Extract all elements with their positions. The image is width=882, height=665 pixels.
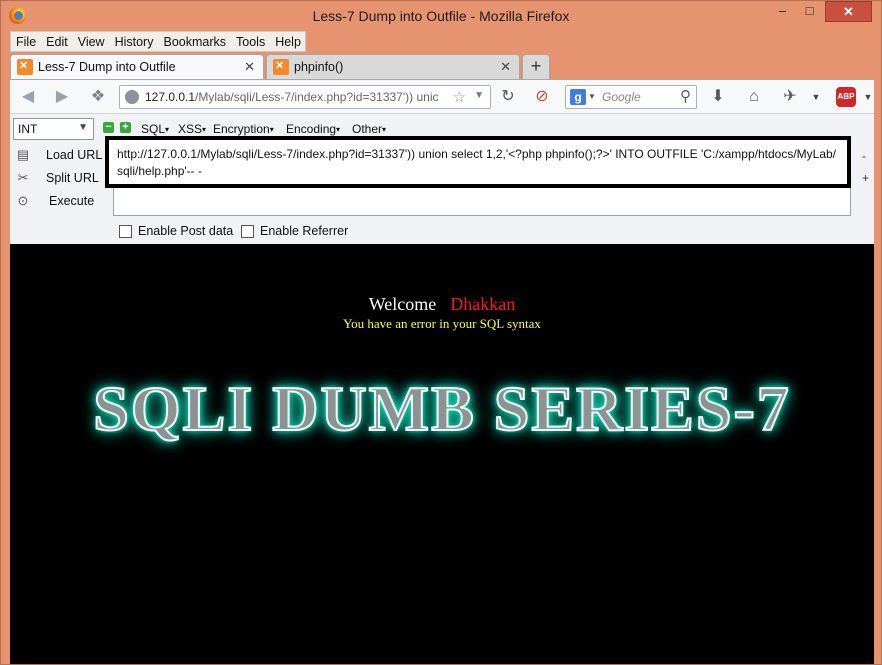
- forward-arrow-icon[interactable]: ▶: [52, 87, 72, 107]
- abp-dropdown-icon[interactable]: ▼: [858, 87, 878, 107]
- enable-referrer-label: Enable Referrer: [260, 224, 349, 238]
- url-dropdown-icon[interactable]: ▼: [474, 90, 484, 101]
- welcome-text: Welcome: [368, 294, 437, 314]
- split-url-label: Split URL: [46, 171, 99, 185]
- xampp-favicon-icon: [273, 59, 289, 75]
- load-url-button[interactable]: ▤ Load URL: [13, 146, 113, 166]
- scroll-up-mark[interactable]: -: [862, 149, 866, 163]
- decrease-button[interactable]: −: [103, 122, 114, 133]
- engine-dropdown-icon[interactable]: ▼: [588, 92, 596, 101]
- tab-label: Less-7 Dump into Outfile: [38, 60, 176, 74]
- load-url-icon: ▤: [16, 147, 30, 162]
- addon-icon[interactable]: ❖: [88, 87, 108, 107]
- search-bar[interactable]: g ▼ Google ⚲: [565, 85, 697, 109]
- split-url-icon: ✂: [17, 170, 29, 185]
- menu-label: XSS: [178, 122, 203, 136]
- back-arrow-icon[interactable]: ◀: [18, 87, 38, 107]
- navigation-toolbar: ◀ ▶ ❖ 127.0.0.1/Mylab/sqli/Less-7/index.…: [10, 79, 874, 113]
- hackbar-menu-sql[interactable]: SQL▾: [141, 122, 169, 136]
- hackbar-panel: INT ▼ − + SQL▾ XSS▾ Encryption▾ Encoding…: [10, 113, 874, 244]
- noscript-icon[interactable]: ⊘: [532, 87, 552, 107]
- enable-post-checkbox[interactable]: Enable Post data: [119, 224, 233, 238]
- reload-icon[interactable]: ↻: [498, 87, 518, 107]
- split-url-button[interactable]: ✂ Split URL: [13, 169, 113, 189]
- xampp-favicon-icon: [17, 59, 33, 75]
- tab-close-icon[interactable]: ✕: [500, 59, 511, 75]
- menu-file[interactable]: File: [11, 35, 41, 49]
- url-text: 127.0.0.1/Mylab/sqli/Less-7/index.php?id…: [145, 90, 445, 104]
- hackbar-menu-other[interactable]: Other▾: [352, 122, 386, 136]
- menu-bar: File Edit View History Bookmarks Tools H…: [10, 31, 306, 52]
- tab-phpinfo[interactable]: phpinfo() ✕: [266, 54, 520, 79]
- toolbar-dropdown-icon[interactable]: ▼: [806, 87, 826, 107]
- menu-label: SQL: [141, 122, 166, 136]
- enable-referrer-checkbox[interactable]: Enable Referrer: [241, 224, 348, 238]
- window-title: Less-7 Dump into Outfile - Mozilla Firef…: [312, 8, 570, 24]
- search-placeholder: Google: [602, 90, 641, 104]
- hackbar-menu-encryption[interactable]: Encryption▾: [213, 122, 274, 136]
- execute-button[interactable]: ⊙ Execute: [13, 192, 113, 212]
- menu-edit[interactable]: Edit: [41, 35, 73, 49]
- title-bar: Less-7 Dump into Outfile - Mozilla Firef…: [1, 1, 881, 31]
- load-url-label: Load URL: [46, 148, 103, 162]
- maximize-button[interactable]: □: [796, 1, 823, 22]
- menu-view[interactable]: View: [73, 35, 110, 49]
- sql-error-message: You have an error in your SQL syntax: [343, 316, 541, 331]
- menu-label: Other: [352, 122, 383, 136]
- series-banner: SQLI DUMB SERIES-7: [92, 372, 791, 445]
- menu-history[interactable]: History: [110, 35, 159, 49]
- username-text: Dhakkan: [450, 294, 516, 314]
- url-host: 127.0.0.1: [145, 90, 196, 104]
- hackbar-menu-xss[interactable]: XSS▾: [178, 122, 206, 136]
- adblock-plus-icon[interactable]: ABP: [836, 87, 856, 107]
- chevron-down-icon: ▼: [78, 122, 88, 133]
- increase-button[interactable]: +: [120, 122, 131, 133]
- url-query-field[interactable]: http://127.0.0.1/Mylab/sqli/Less-7/index…: [105, 136, 851, 188]
- downloads-icon[interactable]: ⬇: [708, 87, 728, 107]
- site-identity-icon[interactable]: [125, 90, 139, 104]
- browser-window: Less-7 Dump into Outfile - Mozilla Firef…: [0, 0, 882, 665]
- welcome-line: Welcome Dhakkan: [10, 294, 874, 315]
- google-engine-icon[interactable]: g: [570, 89, 586, 105]
- tab-strip: Less-7 Dump into Outfile ✕ phpinfo() ✕ +: [10, 54, 874, 79]
- close-button[interactable]: ✕: [825, 1, 872, 22]
- menu-help[interactable]: Help: [270, 35, 306, 49]
- hackbar-toggle-icon[interactable]: ✈: [780, 87, 800, 107]
- new-tab-button[interactable]: +: [522, 54, 550, 79]
- menu-tools[interactable]: Tools: [231, 35, 270, 49]
- search-icon[interactable]: ⚲: [680, 87, 691, 105]
- home-icon[interactable]: ⌂: [744, 87, 764, 107]
- checkbox-box[interactable]: [119, 224, 132, 238]
- menu-label: Encoding: [286, 122, 337, 136]
- execute-label: Execute: [49, 194, 95, 208]
- menu-label: Encryption: [213, 122, 270, 136]
- execute-icon: ⊙: [17, 193, 29, 208]
- menu-bookmarks[interactable]: Bookmarks: [158, 35, 231, 49]
- hackbar-menu-encoding[interactable]: Encoding▾: [286, 122, 340, 136]
- enable-post-label: Enable Post data: [138, 224, 234, 238]
- injection-type-select[interactable]: INT ▼: [13, 118, 94, 140]
- checkbox-box[interactable]: [241, 224, 254, 238]
- url-path: /Mylab/sqli/Less-7/index.php?id=31337'))…: [195, 90, 439, 104]
- select-value: INT: [18, 122, 38, 136]
- bookmark-star-icon[interactable]: ☆: [453, 88, 466, 106]
- tab-label: phpinfo(): [294, 60, 344, 74]
- tab-less7[interactable]: Less-7 Dump into Outfile ✕: [10, 54, 264, 79]
- tab-close-icon[interactable]: ✕: [244, 59, 255, 75]
- minimize-button[interactable]: –: [769, 1, 796, 22]
- url-bar[interactable]: 127.0.0.1/Mylab/sqli/Less-7/index.php?id…: [119, 85, 491, 109]
- page-content: Welcome Dhakkan You have an error in your…: [10, 244, 874, 664]
- scroll-down-mark[interactable]: +: [862, 171, 869, 185]
